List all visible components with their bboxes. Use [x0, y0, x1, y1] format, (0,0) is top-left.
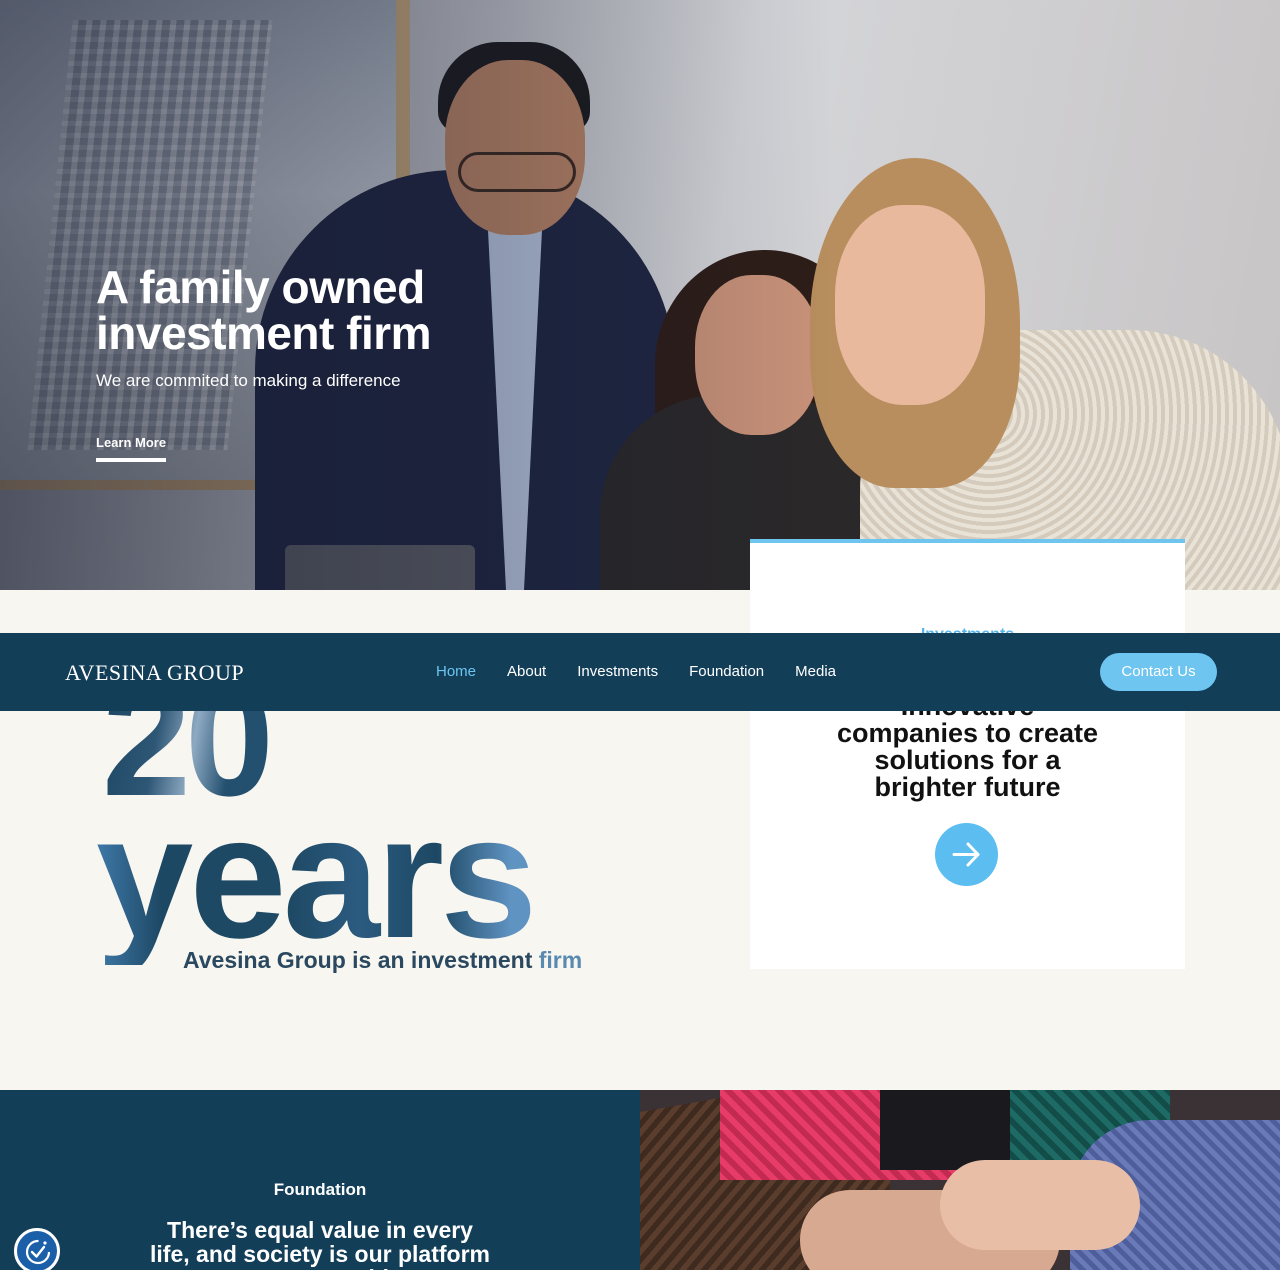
nav-item-about[interactable]: About [507, 663, 546, 680]
arrow-right-icon [952, 842, 980, 867]
hero-title: A family owned investment firm [96, 261, 432, 359]
investments-card: Investments Innovative companies to crea… [750, 539, 1185, 969]
accessibility-icon [25, 1239, 51, 1265]
accessibility-button[interactable] [14, 1228, 60, 1270]
contact-us-button[interactable]: Contact Us [1100, 653, 1217, 691]
foundation-label: Foundation [273, 1180, 367, 1199]
hero-subtitle: We are commited to making a difference [96, 371, 401, 390]
years-word: years [96, 780, 537, 975]
main-navbar: AVESINA GROUP Home About Investments Fou… [0, 633, 1280, 711]
hero-section: A family owned investment firm We are co… [0, 0, 1280, 590]
card-arrow-button[interactable] [935, 823, 998, 886]
nav-item-media[interactable]: Media [795, 663, 836, 680]
nav-links: Home About Investments Foundation Media [436, 663, 867, 680]
site-logo[interactable]: AVESINA GROUP [65, 660, 244, 686]
nav-item-investments[interactable]: Investments [577, 663, 658, 680]
learn-more-link[interactable]: Learn More [96, 435, 167, 462]
years-subtitle: Avesina Group is an investment firm [183, 947, 583, 973]
twenty-years-section: 20 years Avesina Group is an investment … [96, 660, 696, 990]
foundation-image-hands [640, 1090, 1280, 1270]
foundation-text: There’s equal value in every life, and s… [150, 1217, 490, 1270]
nav-item-foundation[interactable]: Foundation [689, 663, 764, 680]
foundation-section: Foundation There’s equal value in every … [0, 1090, 640, 1270]
nav-item-home[interactable]: Home [436, 663, 476, 680]
